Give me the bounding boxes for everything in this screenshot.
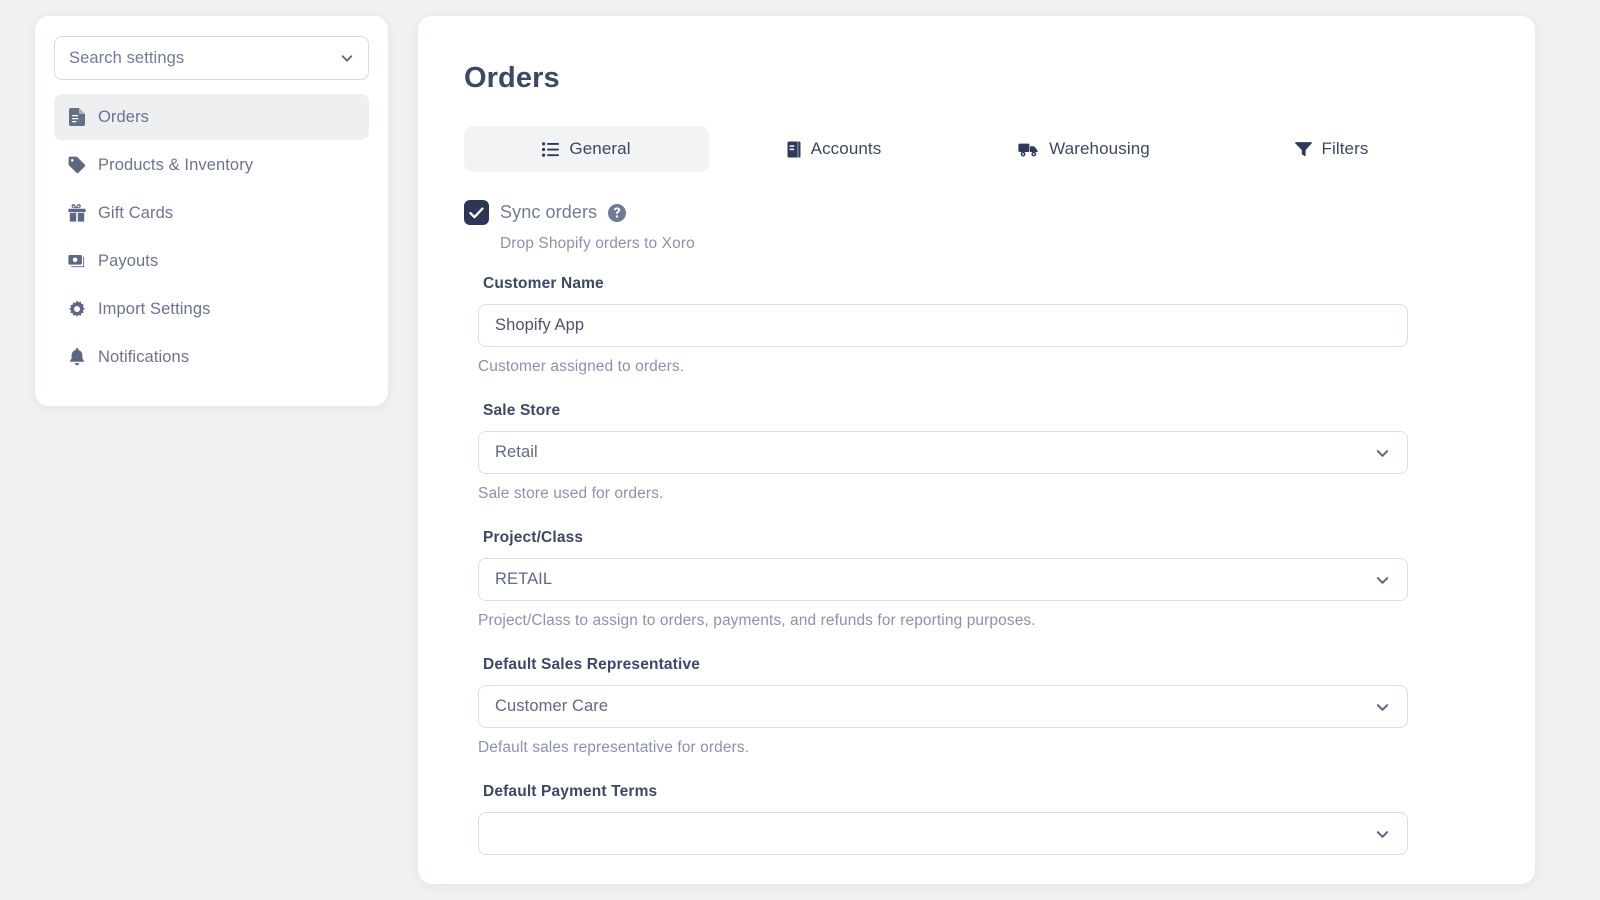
chevron-down-icon <box>1375 699 1390 714</box>
gift-icon <box>68 204 86 222</box>
field-value: Retail <box>495 443 538 462</box>
field-hint: Project/Class to assign to orders, payme… <box>478 612 1489 630</box>
tab-warehousing[interactable]: Warehousing <box>959 126 1209 172</box>
sidebar-item-label: Orders <box>98 108 149 127</box>
field-sale-store: Sale Store Retail Sale store used for or… <box>478 402 1489 503</box>
field-customer-name: Customer Name Shopify App Customer assig… <box>478 275 1489 376</box>
sidebar-nav: Orders Products & Inventory Gift Cards P… <box>54 94 369 380</box>
field-label: Project/Class <box>483 529 1489 547</box>
funnel-icon <box>1295 141 1312 157</box>
sidebar-item-label: Products & Inventory <box>98 156 253 175</box>
chevron-down-icon <box>1375 572 1390 587</box>
default-sales-representative-select[interactable]: Customer Care <box>478 685 1408 728</box>
question-circle-icon[interactable] <box>608 204 626 222</box>
sidebar-item-label: Payouts <box>98 252 158 271</box>
tab-accounts[interactable]: Accounts <box>709 126 959 172</box>
search-settings-select[interactable]: Search settings <box>54 36 369 80</box>
field-value: Customer Care <box>495 697 608 716</box>
page-title: Orders <box>464 62 1489 95</box>
field-default-payment-terms: Default Payment Terms <box>478 783 1489 855</box>
sync-orders-description: Drop Shopify orders to Xoro <box>500 235 1489 253</box>
chevron-down-icon <box>340 51 354 65</box>
orders-settings-panel: Orders General Accounts <box>418 16 1535 884</box>
sync-orders-label: Sync orders <box>500 202 597 223</box>
project-class-select[interactable]: RETAIL <box>478 558 1408 601</box>
sidebar-item-label: Gift Cards <box>98 204 173 223</box>
sidebar-item-label: Import Settings <box>98 300 210 319</box>
sidebar-item-payouts[interactable]: Payouts <box>54 238 369 284</box>
field-hint: Sale store used for orders. <box>478 485 1489 503</box>
sidebar-item-products-inventory[interactable]: Products & Inventory <box>54 142 369 188</box>
sidebar-item-orders[interactable]: Orders <box>54 94 369 140</box>
tab-label: Filters <box>1322 139 1369 159</box>
settings-sidebar: Search settings Orders Products & Invent… <box>35 16 388 406</box>
sidebar-item-import-settings[interactable]: Import Settings <box>54 286 369 332</box>
sidebar-item-gift-cards[interactable]: Gift Cards <box>54 190 369 236</box>
field-project-class: Project/Class RETAIL Project/Class to as… <box>478 529 1489 630</box>
field-hint: Default sales representative for orders. <box>478 739 1489 757</box>
tab-label: General <box>569 139 630 159</box>
field-hint: Customer assigned to orders. <box>478 358 1489 376</box>
chevron-down-icon <box>1375 445 1390 460</box>
banknote-icon <box>68 252 86 270</box>
field-label: Default Sales Representative <box>483 656 1489 674</box>
tab-label: Accounts <box>811 139 882 159</box>
book-icon <box>787 141 801 158</box>
sale-store-select[interactable]: Retail <box>478 431 1408 474</box>
tag-icon <box>68 156 86 174</box>
bell-icon <box>68 348 86 366</box>
sync-orders-row: Sync orders <box>464 200 1489 225</box>
tab-filters[interactable]: Filters <box>1209 126 1454 172</box>
search-settings-value: Search settings <box>69 49 184 68</box>
sidebar-item-notifications[interactable]: Notifications <box>54 334 369 380</box>
field-value: RETAIL <box>495 570 552 589</box>
customer-name-input[interactable]: Shopify App <box>478 304 1408 347</box>
tab-label: Warehousing <box>1049 139 1150 159</box>
gear-icon <box>68 300 86 318</box>
field-label: Customer Name <box>483 275 1489 293</box>
field-label: Sale Store <box>483 402 1489 420</box>
sidebar-item-label: Notifications <box>98 348 189 367</box>
sync-orders-checkbox[interactable] <box>464 200 489 225</box>
settings-tabs: General Accounts Warehousing <box>464 126 1489 172</box>
orders-general-form: Customer Name Shopify App Customer assig… <box>464 275 1489 855</box>
document-icon <box>68 108 86 126</box>
tab-general[interactable]: General <box>464 126 709 172</box>
field-default-sales-representative: Default Sales Representative Customer Ca… <box>478 656 1489 757</box>
default-payment-terms-select[interactable] <box>478 812 1408 855</box>
truck-icon <box>1018 142 1039 157</box>
list-icon <box>542 142 559 157</box>
field-label: Default Payment Terms <box>483 783 1489 801</box>
field-value: Shopify App <box>495 316 584 335</box>
chevron-down-icon <box>1375 826 1390 841</box>
settings-page: Search settings Orders Products & Invent… <box>0 0 1600 900</box>
